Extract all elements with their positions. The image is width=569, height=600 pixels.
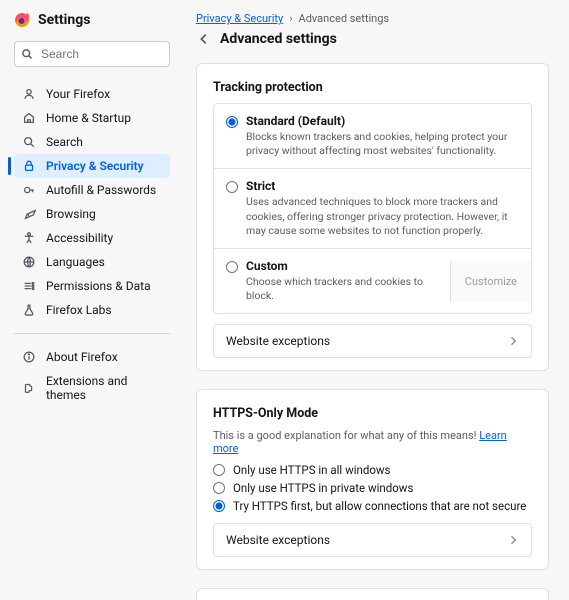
- https-option-label: Try HTTPS first, but allow connections t…: [233, 499, 526, 513]
- tracking-option-custom[interactable]: Custom Choose which trackers and cookies …: [214, 249, 531, 313]
- tracking-exceptions-label: Website exceptions: [226, 334, 330, 348]
- sidebar-item-your-firefox[interactable]: Your Firefox: [14, 82, 170, 106]
- brand-title: Settings: [38, 12, 90, 28]
- tracking-option-desc: Uses advanced techniques to block more t…: [246, 195, 519, 238]
- https-option-private[interactable]: Only use HTTPS in private windows: [213, 481, 532, 495]
- permissions-data-icon: [22, 279, 36, 293]
- back-button[interactable]: [196, 31, 212, 47]
- page-title: Advanced settings: [220, 31, 337, 47]
- brand: Settings: [14, 12, 170, 28]
- about-firefox-icon: [22, 350, 36, 364]
- tracking-option-label: Strict: [246, 179, 519, 193]
- https-option-label: Only use HTTPS in private windows: [233, 481, 413, 495]
- breadcrumb-separator: ›: [289, 12, 292, 25]
- sidebar-item-label: Your Firefox: [46, 87, 110, 101]
- tracking-heading: Tracking protection: [213, 80, 532, 95]
- https-radio-private[interactable]: [213, 482, 225, 494]
- sidebar-item-label: Firefox Labs: [46, 303, 112, 317]
- search-wrap: [14, 41, 170, 67]
- https-heading: HTTPS-Only Mode: [213, 406, 532, 421]
- sidebar-item-firefox-labs[interactable]: Firefox Labs: [14, 298, 170, 322]
- sidebar-item-label: Languages: [46, 255, 105, 269]
- your-firefox-icon: [22, 87, 36, 101]
- page-title-row: Advanced settings: [196, 31, 549, 47]
- languages-icon: [22, 255, 36, 269]
- https-radio-all[interactable]: [213, 464, 225, 476]
- tracking-exceptions-row[interactable]: Website exceptions: [213, 324, 532, 358]
- breadcrumb-parent[interactable]: Privacy & Security: [196, 12, 283, 25]
- sidebar-item-label: Browsing: [46, 207, 96, 221]
- sidebar-item-label: Search: [46, 135, 83, 149]
- https-exceptions-row[interactable]: Website exceptions: [213, 523, 532, 557]
- sidebar-item-label: Permissions & Data: [46, 279, 151, 293]
- accessibility-icon: [22, 231, 36, 245]
- sidebar-item-search[interactable]: Search: [14, 130, 170, 154]
- https-radio-group: Only use HTTPS in all windows Only use HT…: [213, 463, 532, 513]
- sidebar-item-label: Autofill & Passwords: [46, 183, 156, 197]
- tracking-option-desc: Blocks known trackers and cookies, helpi…: [246, 130, 519, 158]
- sidebar-item-browsing[interactable]: Browsing: [14, 202, 170, 226]
- tracking-option-label: Custom: [246, 259, 430, 273]
- sidebar-item-about-firefox[interactable]: About Firefox: [14, 345, 170, 369]
- nav-divider: [14, 333, 170, 334]
- tracking-option-strict[interactable]: Strict Uses advanced techniques to block …: [214, 169, 531, 249]
- sidebar-item-extensions-themes[interactable]: Extensions and themes: [14, 369, 170, 407]
- privacy-security-icon: [22, 159, 36, 173]
- tracking-option-label: Standard (Default): [246, 114, 519, 128]
- breadcrumb-current: Advanced settings: [299, 12, 390, 25]
- chevron-right-icon: [507, 335, 519, 347]
- home-startup-icon: [22, 111, 36, 125]
- https-exceptions-label: Website exceptions: [226, 533, 330, 547]
- main: Privacy & Security › Advanced settings A…: [180, 0, 569, 600]
- firefox-logo-icon: [14, 12, 30, 28]
- tracking-protection-card: Tracking protection Standard (Default) Bl…: [196, 63, 549, 371]
- tracking-option-standard[interactable]: Standard (Default) Blocks known trackers …: [214, 104, 531, 169]
- firefox-labs-icon: [22, 303, 36, 317]
- search-icon: [22, 135, 36, 149]
- sidebar: Settings Your Firefox Home & Startup Searc…: [0, 0, 180, 600]
- customize-button: Customize: [450, 261, 531, 302]
- sidebar-item-permissions-data[interactable]: Permissions & Data: [14, 274, 170, 298]
- tracking-option-desc: Choose which trackers and cookies to blo…: [246, 275, 430, 303]
- sidebar-item-label: Privacy & Security: [46, 159, 144, 173]
- sidebar-item-home-startup[interactable]: Home & Startup: [14, 106, 170, 130]
- sidebar-item-privacy-security[interactable]: Privacy & Security: [14, 154, 170, 178]
- tracking-radio-standard[interactable]: [226, 116, 238, 128]
- https-mode-card: HTTPS-Only Mode This is a good explanati…: [196, 389, 549, 570]
- chevron-right-icon: [507, 534, 519, 546]
- sidebar-item-autofill-passwords[interactable]: Autofill & Passwords: [14, 178, 170, 202]
- https-description: This is a good explanation for what any …: [213, 429, 532, 455]
- autofill-passwords-icon: [22, 183, 36, 197]
- https-option-label: Only use HTTPS in all windows: [233, 463, 390, 477]
- search-input[interactable]: [14, 41, 170, 67]
- browsing-icon: [22, 207, 36, 221]
- https-radio-try[interactable]: [213, 500, 225, 512]
- https-option-all[interactable]: Only use HTTPS in all windows: [213, 463, 532, 477]
- tracking-radio-group: Standard (Default) Blocks known trackers …: [213, 103, 532, 314]
- sidebar-item-label: Home & Startup: [46, 111, 131, 125]
- sidebar-item-accessibility[interactable]: Accessibility: [14, 226, 170, 250]
- sidebar-item-label: Accessibility: [46, 231, 113, 245]
- breadcrumb: Privacy & Security › Advanced settings: [196, 12, 549, 25]
- certificates-card: Certificates This is a good explanation …: [196, 588, 549, 600]
- search-icon: [21, 48, 33, 60]
- https-option-try[interactable]: Try HTTPS first, but allow connections t…: [213, 499, 532, 513]
- sidebar-item-label: Extensions and themes: [46, 374, 162, 402]
- extensions-themes-icon: [22, 381, 36, 395]
- tracking-radio-strict[interactable]: [226, 181, 238, 193]
- tracking-radio-custom[interactable]: [226, 261, 238, 273]
- sidebar-item-languages[interactable]: Languages: [14, 250, 170, 274]
- sidebar-item-label: About Firefox: [46, 350, 118, 364]
